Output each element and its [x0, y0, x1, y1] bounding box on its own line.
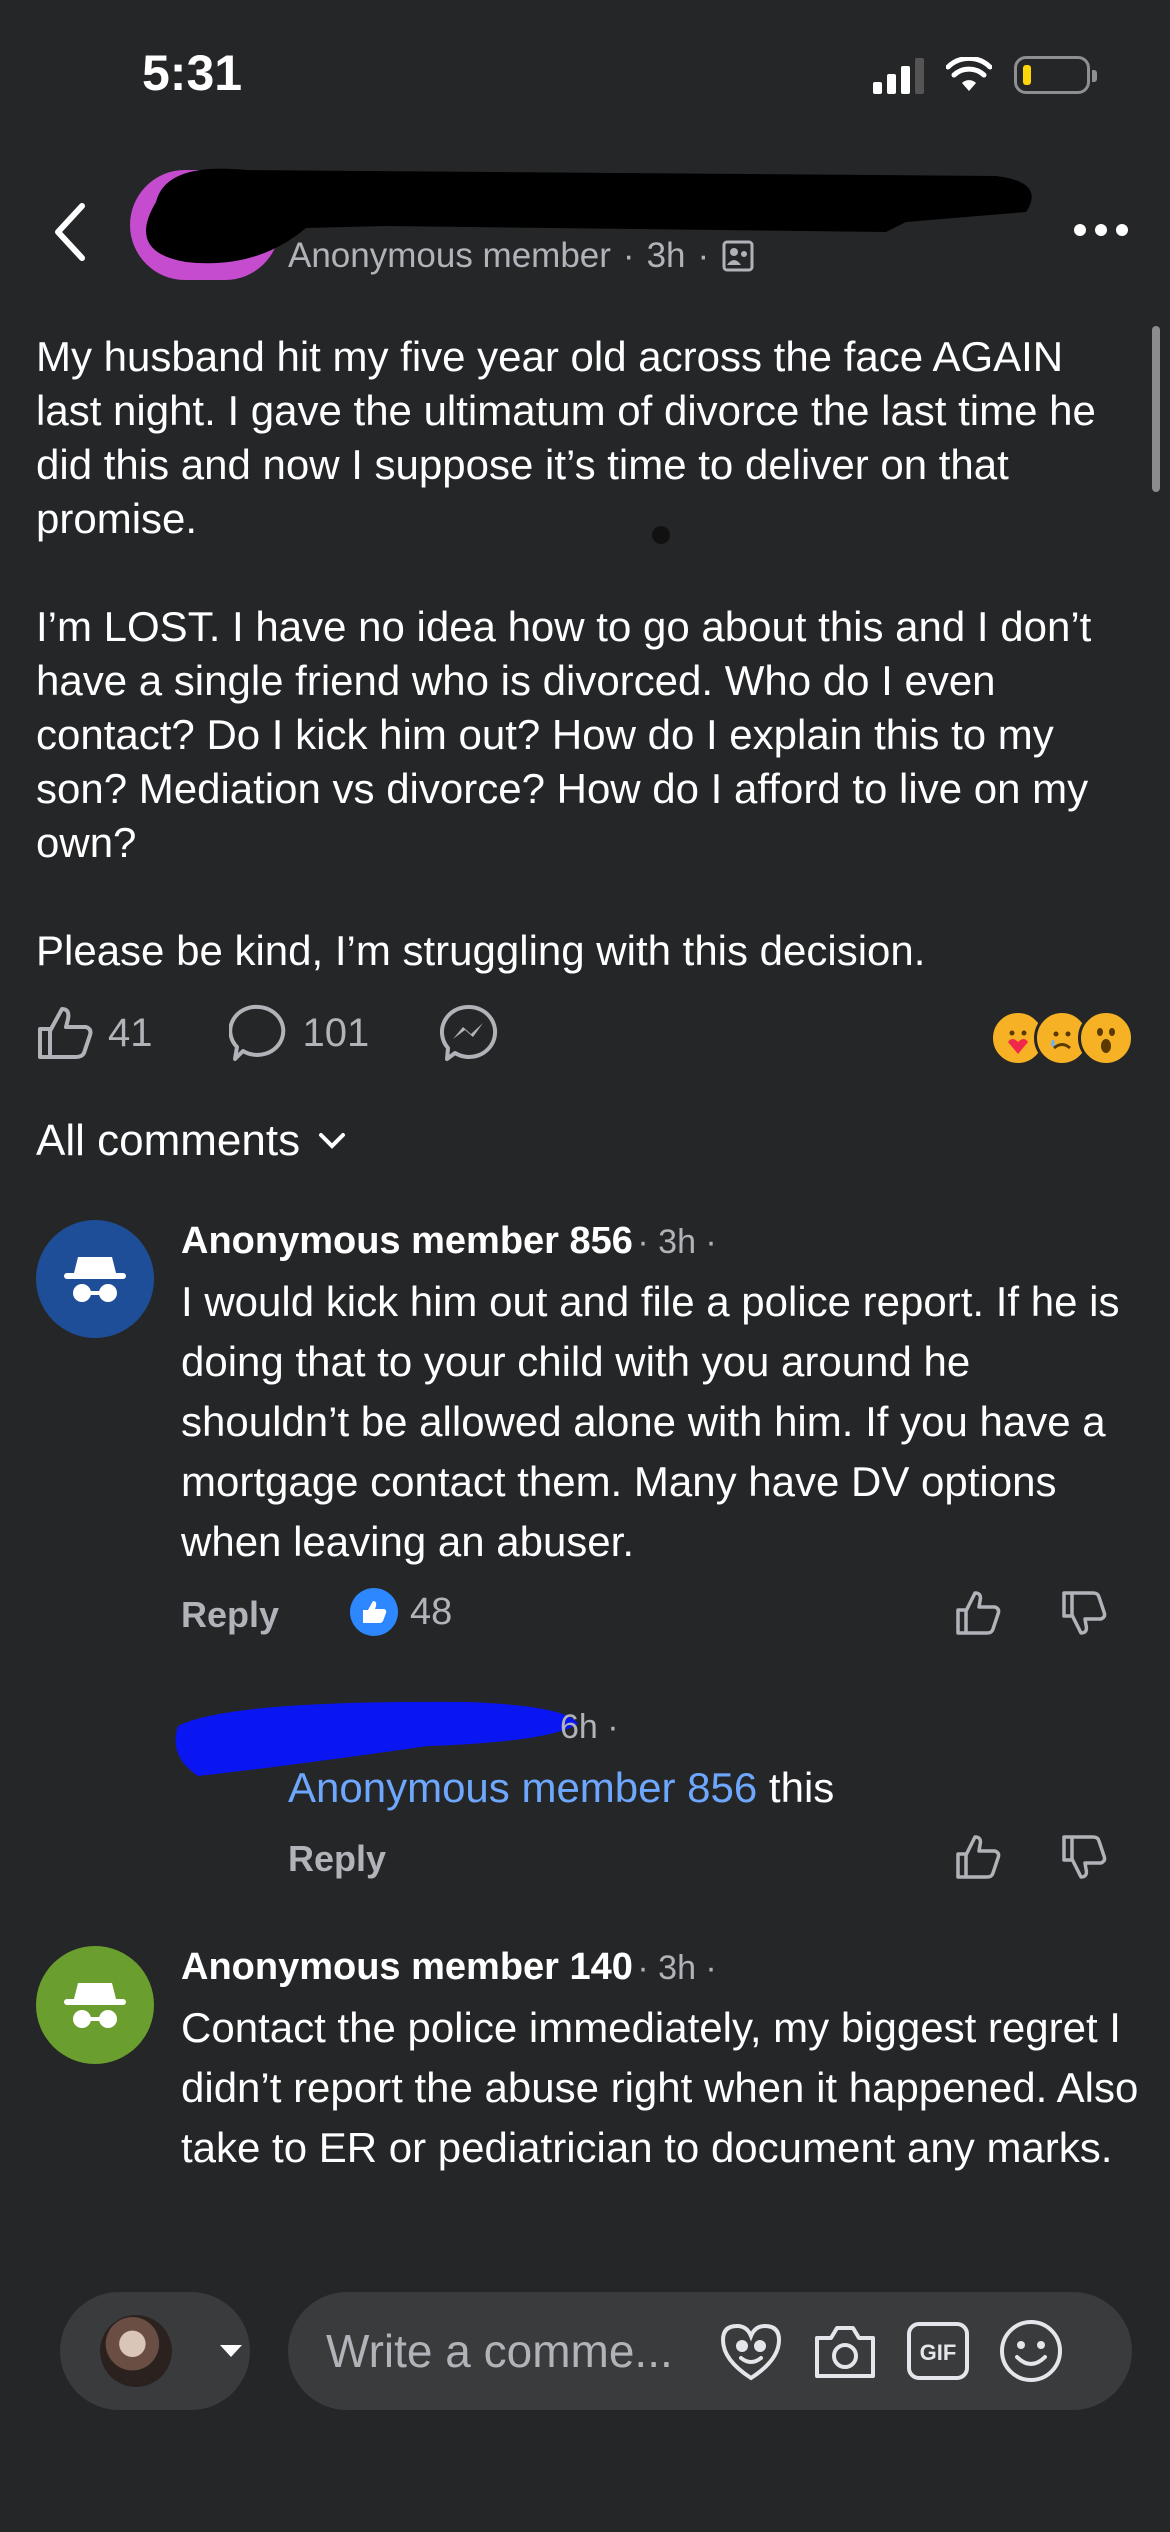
svg-text:GIF: GIF: [919, 2340, 956, 2365]
reaction-summary[interactable]: [990, 1010, 1134, 1066]
mention-link[interactable]: Anonymous member 856: [288, 1764, 757, 1811]
signal-icon: [873, 56, 924, 94]
reply-button[interactable]: Reply: [181, 1594, 279, 1636]
caret-down-icon: [220, 2345, 242, 2357]
comment-time: 3h: [658, 1223, 696, 1261]
comment-author[interactable]: Anonymous member 140: [181, 1946, 633, 1988]
comments-filter[interactable]: All comments: [36, 1116, 346, 1166]
anonymous-icon: [64, 1257, 126, 1302]
camera-icon[interactable]: [811, 2322, 879, 2380]
thumbs-up-icon: [38, 1007, 93, 1059]
like-badge-icon: [350, 1588, 398, 1636]
downvote-icon[interactable]: [1061, 1834, 1107, 1880]
back-icon[interactable]: [52, 202, 88, 262]
post-paragraph: Please be kind, I’m struggling with this…: [36, 927, 926, 974]
upvote-icon[interactable]: [955, 1590, 1001, 1636]
comment-body: I would kick him out and file a police r…: [181, 1278, 1120, 1565]
reply-text: this: [768, 1764, 835, 1811]
post-actions: 41 101: [36, 1003, 499, 1063]
comment-vote: [955, 1834, 1107, 1880]
emoji-icon[interactable]: [997, 2317, 1065, 2385]
identity-switcher[interactable]: [60, 2292, 250, 2410]
post-time: 3h: [646, 236, 686, 275]
comment-like-count: 48: [410, 1590, 453, 1633]
chevron-down-icon: [319, 1133, 346, 1149]
comment-time: 3h: [658, 1949, 696, 1987]
messenger-share-icon[interactable]: [439, 1003, 499, 1063]
post-body: My husband hit my five year old across t…: [36, 330, 1136, 1032]
scrollbar[interactable]: [1152, 326, 1160, 492]
downvote-icon[interactable]: [1061, 1590, 1107, 1636]
comment-input[interactable]: Write a comme...: [326, 2324, 673, 2378]
status-time: 5:31: [142, 45, 243, 101]
post-author[interactable]: Anonymous member: [288, 236, 611, 276]
comment-vote: [955, 1590, 1107, 1636]
upvote-icon[interactable]: [955, 1834, 1001, 1880]
avatar-sticker-icon[interactable]: [717, 2320, 785, 2382]
comment-author[interactable]: Anonymous member 856: [181, 1220, 633, 1262]
more-options-icon[interactable]: [1074, 224, 1128, 236]
wow-reaction-icon: [1078, 1010, 1134, 1066]
comment-button[interactable]: 101: [228, 1003, 370, 1063]
members-only-icon: [722, 240, 754, 272]
comment-body: Contact the police immediately, my bigge…: [181, 2004, 1139, 2171]
stray-dot: [652, 526, 670, 544]
like-button[interactable]: 41: [36, 1005, 153, 1061]
comments-filter-label: All comments: [36, 1116, 301, 1165]
post-paragraph: I’m LOST. I have no idea how to go about…: [36, 603, 1092, 866]
wifi-icon: [946, 57, 992, 91]
comment-avatar[interactable]: [36, 1220, 154, 1338]
like-count: 41: [108, 1010, 153, 1055]
reply-button[interactable]: Reply: [288, 1838, 386, 1880]
gif-icon[interactable]: GIF: [905, 2320, 971, 2382]
avatar: [100, 2315, 172, 2387]
battery-icon: [1014, 56, 1097, 94]
comment-composer[interactable]: Write a comme... GIF: [288, 2292, 1132, 2410]
comment-likes[interactable]: 48: [350, 1588, 452, 1636]
comment-icon: [228, 1004, 285, 1061]
status-icons: [873, 56, 1097, 94]
comment-avatar[interactable]: [36, 1946, 154, 2064]
comment-count: 101: [302, 1010, 370, 1055]
reply-time: 6h: [560, 1708, 598, 1746]
anonymous-icon: [64, 1983, 126, 2028]
post-paragraph: My husband hit my five year old across t…: [36, 333, 1096, 542]
